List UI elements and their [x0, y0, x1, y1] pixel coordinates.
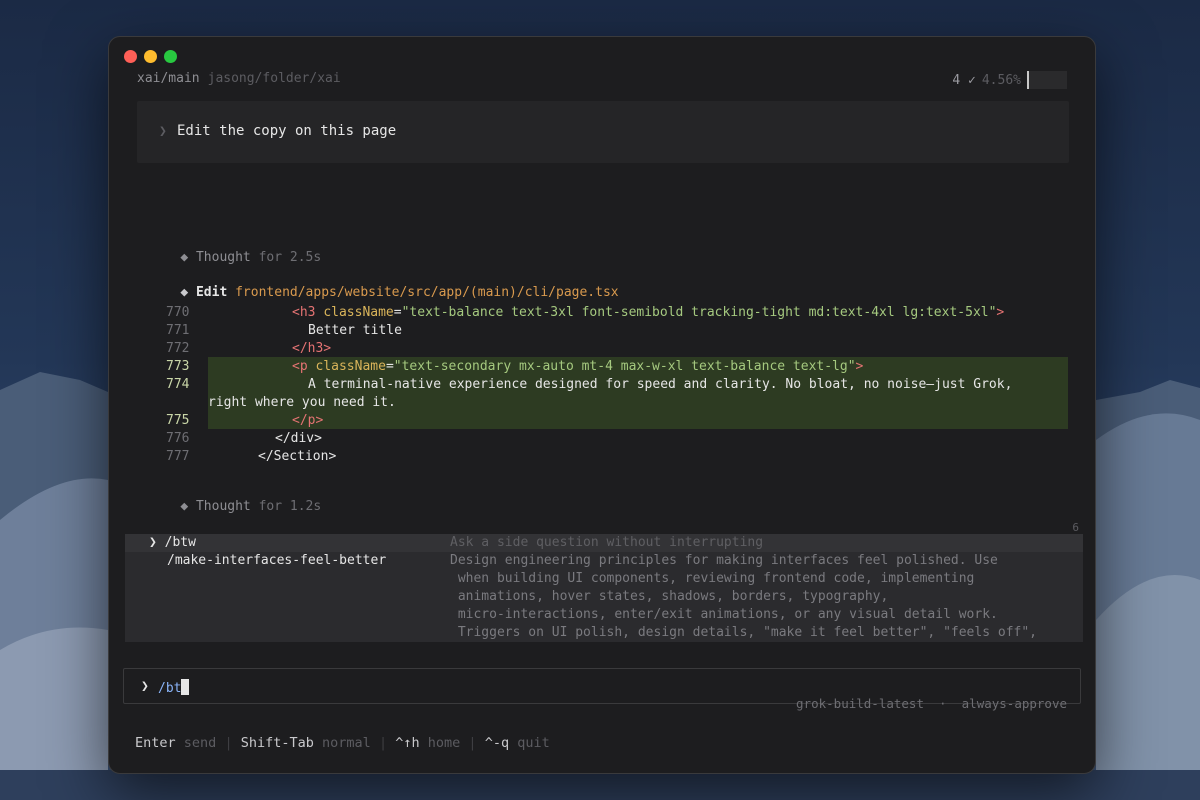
code-line-770: <h3 className="text-balance text-3xl fon…: [292, 305, 1005, 320]
command-palette: ❯ /btw Ask a side question without inter…: [125, 534, 1083, 642]
code-line-771: Better title: [308, 323, 402, 338]
git-branch: xai/main: [137, 71, 200, 86]
code-line-777: </Section>: [258, 449, 337, 464]
model-info: grok-build-latest · always-approve: [796, 696, 1067, 711]
line-number: 771: [166, 323, 190, 338]
command-description: Triggers on UI polish, design details, "…: [450, 625, 1037, 640]
command-name: /btw: [164, 535, 196, 550]
line-number: 777: [166, 449, 190, 464]
context-usage-bar: [1027, 71, 1067, 89]
user-message: ❯ Edit the copy on this page: [137, 101, 1069, 163]
code-line-775: </p>: [292, 413, 324, 428]
diamond-icon: ◆: [180, 285, 189, 300]
command-description: when building UI components, reviewing f…: [450, 571, 975, 586]
chevron-right-icon: ❯: [141, 679, 149, 694]
diamond-icon: ◆: [180, 250, 189, 265]
palette-item-make-interfaces-feel-better[interactable]: /make-interfaces-feel-better Design engi…: [125, 552, 1083, 642]
chevron-right-icon: ❯: [149, 535, 157, 550]
chevron-right-icon: ❯: [159, 124, 167, 139]
command-description: animations, hover states, shadows, borde…: [450, 589, 889, 604]
terminal-window: xai/main jasong/folder/xai 4 ✓ 4.56% ❯ Ed…: [108, 36, 1096, 774]
model-name[interactable]: grok-build-latest: [796, 696, 924, 711]
close-button[interactable]: [124, 50, 137, 63]
task-count: 4 ✓: [952, 72, 976, 88]
command-description: micro-interactions, enter/exit animation…: [450, 607, 998, 622]
palette-count: 6: [1072, 521, 1079, 534]
line-number: 774: [166, 377, 190, 392]
working-directory: jasong/folder/xai: [207, 71, 341, 86]
keyboard-shortcuts: Enter send | Shift-Tab normal | ^↑h home…: [135, 735, 550, 751]
line-number: 772: [166, 341, 190, 356]
approval-mode[interactable]: always-approve: [962, 696, 1067, 711]
minimize-button[interactable]: [144, 50, 157, 63]
palette-item-btw[interactable]: ❯ /btw Ask a side question without inter…: [125, 534, 1083, 552]
window-controls: [124, 50, 177, 63]
command-description: Ask a side question without interrupting: [450, 535, 764, 550]
status-bar: xai/main jasong/folder/xai 4 ✓ 4.56%: [137, 71, 1067, 89]
line-number: 775: [166, 413, 190, 428]
line-number: 776: [166, 431, 190, 446]
code-line-774-wrap: right where you need it.: [208, 395, 396, 410]
zoom-button[interactable]: [164, 50, 177, 63]
user-message-text: Edit the copy on this page: [177, 123, 397, 139]
thought-status: ◆ Thought for 1.2s: [180, 499, 322, 514]
code-line-772: </h3>: [292, 341, 332, 356]
code-line-773: <p className="text-secondary mx-auto mt-…: [292, 359, 864, 374]
prompt-input-value: /bt: [158, 681, 182, 696]
command-name: /make-interfaces-feel-better: [167, 553, 387, 568]
code-line-776: </div>: [275, 431, 322, 446]
diamond-icon: ◆: [180, 499, 189, 514]
code-line-774: A terminal-native experience designed fo…: [308, 377, 1013, 392]
command-description: Design engineering principles for making…: [450, 553, 998, 568]
context-percent: 4.56%: [981, 72, 1021, 88]
line-number: 773: [166, 359, 190, 374]
line-number: 770: [166, 305, 190, 320]
text-cursor: [181, 679, 190, 695]
file-path[interactable]: frontend/apps/website/src/app/(main)/cli…: [235, 285, 619, 300]
